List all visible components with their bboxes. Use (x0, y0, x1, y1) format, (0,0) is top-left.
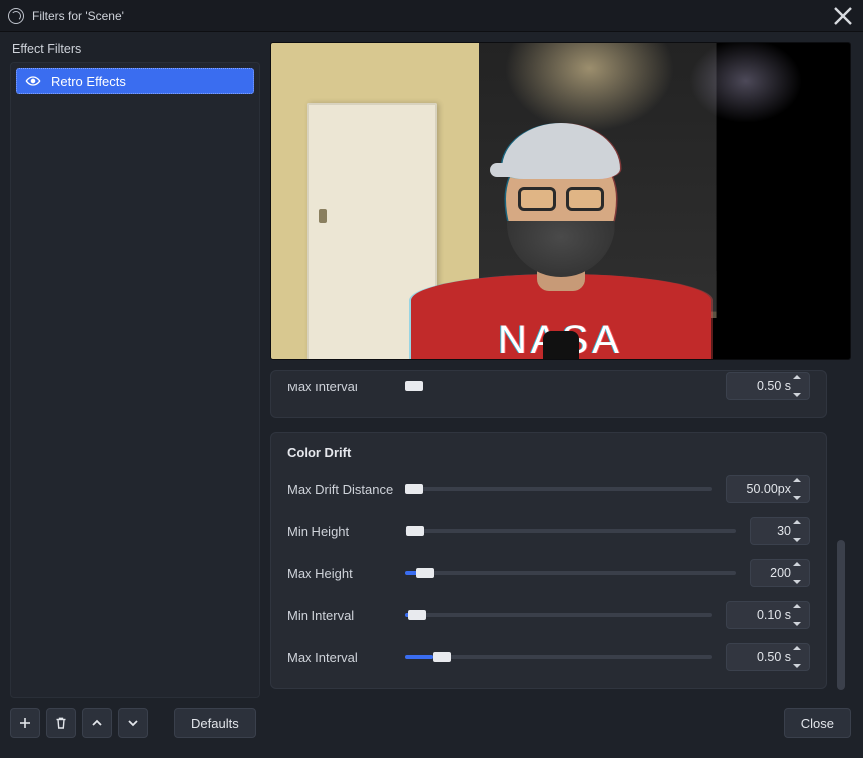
footer: Defaults Close (0, 698, 863, 748)
filter-list[interactable]: Retro Effects (10, 62, 260, 698)
min_interval-spinner[interactable]: 0.10 s (726, 601, 810, 629)
stepper-up-icon[interactable] (793, 520, 801, 524)
preview-pane: NASA (270, 42, 851, 360)
stepper-up-icon[interactable] (793, 604, 801, 608)
stepper-down-icon[interactable] (793, 622, 801, 626)
settings-scrollbar[interactable] (837, 540, 845, 690)
add-filter-button[interactable] (10, 708, 40, 738)
effect-filters-label: Effect Filters (10, 42, 260, 56)
min_height-slider[interactable] (405, 523, 736, 539)
app-logo-icon (8, 8, 24, 24)
max_interval-label: Max Interval (287, 650, 405, 665)
prev-max-interval-label: Max Interval (287, 379, 405, 394)
remove-filter-button[interactable] (46, 708, 76, 738)
defaults-button[interactable]: Defaults (174, 708, 256, 738)
field-max_drift_dist: Max Drift Distance 50.00px (287, 474, 810, 504)
move-filter-up-button[interactable] (82, 708, 112, 738)
max_interval-spinner[interactable]: 0.50 s (726, 643, 810, 671)
visibility-toggle-icon[interactable] (25, 73, 41, 89)
stepper-up-icon[interactable] (793, 646, 801, 650)
move-filter-down-button[interactable] (118, 708, 148, 738)
min_interval-slider[interactable] (405, 607, 712, 623)
stepper-up-icon[interactable] (793, 562, 801, 566)
titlebar: Filters for 'Scene' (0, 0, 863, 32)
filter-item-label: Retro Effects (51, 74, 126, 89)
filter-item-retro-effects[interactable]: Retro Effects (16, 68, 254, 94)
color-drift-title: Color Drift (287, 445, 810, 460)
min_height-spinner[interactable]: 30 (750, 517, 810, 545)
stepper-down-icon[interactable] (793, 664, 801, 668)
window-title: Filters for 'Scene' (32, 9, 124, 23)
stepper-up-icon[interactable] (793, 375, 801, 379)
prev-max-interval-spinner[interactable]: 0.50 s (726, 372, 810, 400)
field-max_interval: Max Interval 0.50 s (287, 642, 810, 672)
close-button[interactable]: Close (784, 708, 851, 738)
filters-sidebar: Effect Filters Retro Effects (10, 42, 260, 698)
max_height-spinner[interactable]: 200 (750, 559, 810, 587)
stepper-down-icon[interactable] (793, 393, 801, 397)
prev-slider-thumb[interactable] (405, 381, 423, 391)
field-min_interval: Min Interval 0.10 s (287, 600, 810, 630)
field-min_height: Min Height 30 (287, 516, 810, 546)
max_drift_dist-slider[interactable] (405, 481, 712, 497)
max_height-slider[interactable] (405, 565, 736, 581)
stepper-up-icon[interactable] (793, 478, 801, 482)
field-max_height: Max Height 200 (287, 558, 810, 588)
previous-group-panel: Max Interval 0.50 s (270, 370, 827, 418)
color-drift-panel: Color Drift Max Drift Distance 50.00px Min… (270, 432, 827, 689)
stepper-down-icon[interactable] (793, 580, 801, 584)
window-close-button[interactable] (833, 6, 853, 26)
min_interval-label: Min Interval (287, 608, 405, 623)
max_drift_dist-spinner[interactable]: 50.00px (726, 475, 810, 503)
min_height-label: Min Height (287, 524, 405, 539)
max_height-label: Max Height (287, 566, 405, 581)
stepper-down-icon[interactable] (793, 496, 801, 500)
stepper-down-icon[interactable] (793, 538, 801, 542)
settings-panel: Max Interval 0.50 s Color Drift Max Drif… (270, 370, 851, 698)
max_drift_dist-label: Max Drift Distance (287, 482, 405, 497)
max_interval-slider[interactable] (405, 649, 712, 665)
